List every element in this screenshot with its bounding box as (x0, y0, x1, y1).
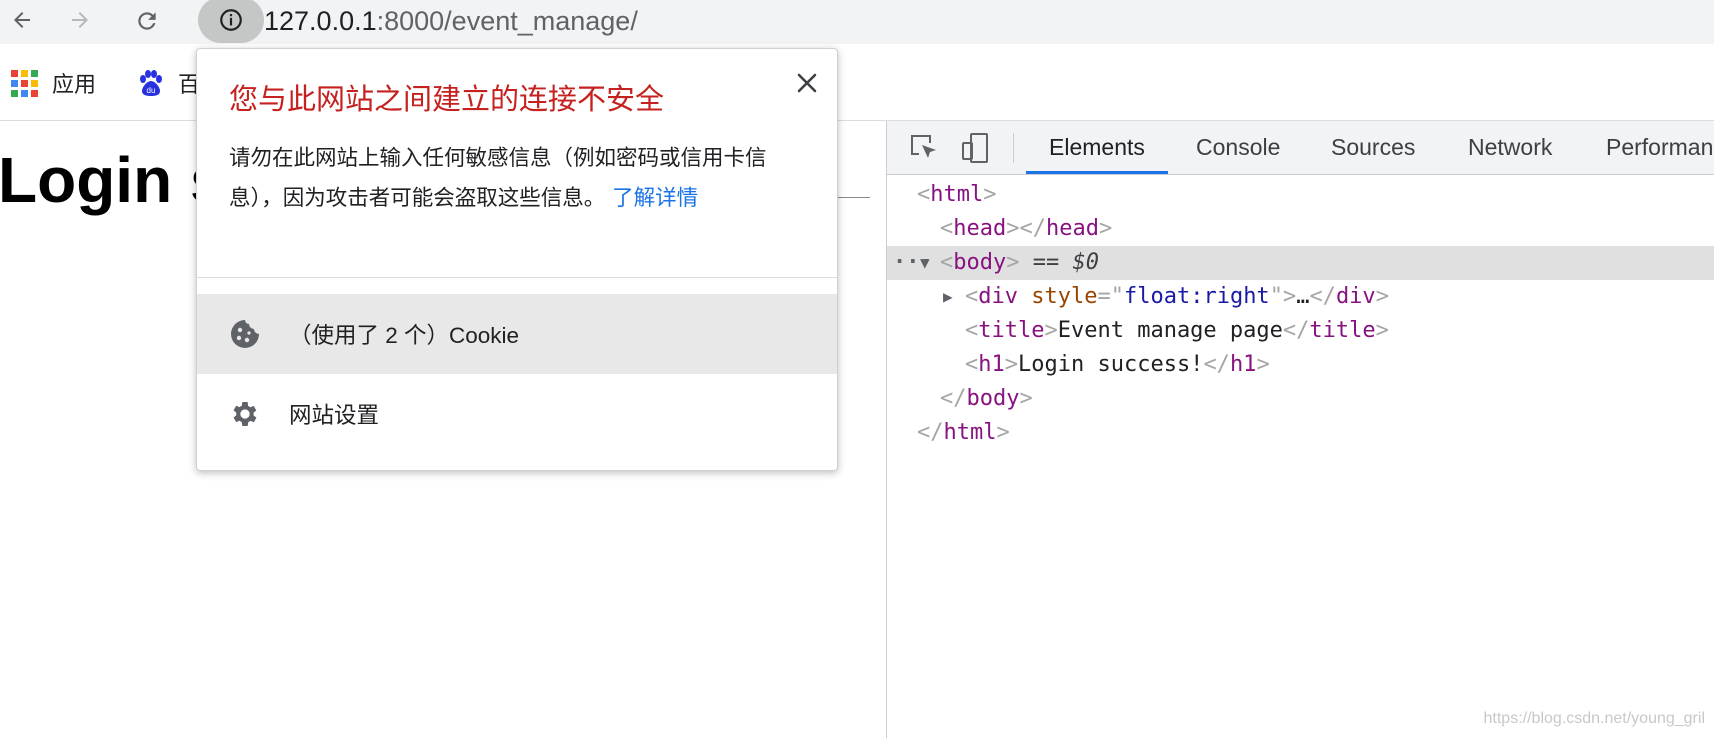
tree-node-html[interactable]: <html> (887, 178, 1714, 212)
url-host: 127.0.0.1 (264, 6, 377, 36)
cookie-icon (231, 320, 259, 348)
triangle-right-icon[interactable]: ▶ (943, 280, 953, 314)
baidu-paw-icon: du (140, 70, 162, 96)
inspect-cursor-icon (911, 135, 936, 158)
watermark: https://blog.csdn.net/young_gril (1483, 710, 1705, 727)
browser-toolbar: 127.0.0.1:8000/event_manage/ (0, 0, 1714, 44)
popup-divider (197, 277, 837, 278)
toolbar-separator (1013, 133, 1014, 163)
url-path: :8000/event_manage/ (376, 6, 638, 36)
tab-performance[interactable]: Performan (1606, 121, 1713, 174)
popup-description: 请勿在此网站上输入任何敏感信息（例如密码或信用卡信息），因为攻击者可能会盗取这些… (229, 139, 819, 219)
site-info-popup: 您与此网站之间建立的连接不安全 请勿在此网站上输入任何敏感信息（例如密码或信用卡… (196, 48, 838, 471)
bookmark-baidu[interactable]: du 百 (136, 66, 200, 100)
apps-grid-icon (11, 69, 38, 97)
device-mode-icon (962, 133, 988, 163)
devtools-tab-bar: Elements Console Sources Network Perform… (887, 121, 1714, 175)
url-text[interactable]: 127.0.0.1:8000/event_manage/ (264, 4, 638, 38)
gear-icon (233, 402, 257, 426)
tree-node-div[interactable]: ▶ <div style="float:right">…</div> (887, 280, 1714, 314)
tab-network[interactable]: Network (1468, 121, 1552, 174)
tab-console[interactable]: Console (1196, 121, 1280, 174)
tree-node-title[interactable]: <title>Event manage page</title> (887, 314, 1714, 348)
tab-elements[interactable]: Elements (1026, 121, 1168, 174)
arrow-right-icon (72, 12, 88, 28)
site-settings-label: 网站设置 (289, 403, 380, 428)
tab-sources[interactable]: Sources (1331, 121, 1415, 174)
bookmark-apps[interactable]: 应用 (11, 66, 96, 100)
tree-node-head[interactable]: <head></head> (887, 212, 1714, 246)
bookmark-label: 应用 (52, 73, 97, 98)
selected-node-hint: == $0 (1032, 250, 1099, 275)
reload-icon (138, 12, 156, 30)
arrow-left-icon (14, 12, 30, 28)
cookies-label: （使用了 2 个）Cookie (289, 323, 520, 348)
triangle-down-icon[interactable]: ▼ (920, 246, 930, 280)
page-heading: Login s (0, 144, 226, 216)
tree-node-h1[interactable]: <h1>Login success!</h1> (887, 348, 1714, 382)
learn-more-link[interactable]: 了解详情 (612, 186, 698, 211)
inspect-element-button[interactable] (907, 131, 941, 165)
svg-text:du: du (147, 86, 156, 95)
close-icon (797, 73, 817, 93)
popup-title: 您与此网站之间建立的连接不安全 (229, 82, 665, 116)
site-settings-row[interactable]: 网站设置 (197, 374, 837, 454)
close-button[interactable] (791, 67, 823, 99)
elements-tree: <html> <head></head> ··· ▼ <body> == $0 … (887, 174, 1714, 738)
device-toolbar-button[interactable] (959, 131, 993, 165)
reload-button[interactable] (128, 2, 164, 38)
info-icon (220, 9, 242, 31)
tree-node-body-close[interactable]: </body> (887, 382, 1714, 416)
back-button[interactable] (4, 2, 40, 38)
devtools-panel: Elements Console Sources Network Perform… (886, 121, 1714, 738)
tree-node-html-close[interactable]: </html> (887, 416, 1714, 450)
site-info-button[interactable] (198, 0, 264, 43)
forward-button[interactable] (62, 2, 98, 38)
cookies-row[interactable]: （使用了 2 个）Cookie (197, 294, 837, 374)
tree-node-body[interactable]: ··· ▼ <body> == $0 (887, 246, 1714, 280)
